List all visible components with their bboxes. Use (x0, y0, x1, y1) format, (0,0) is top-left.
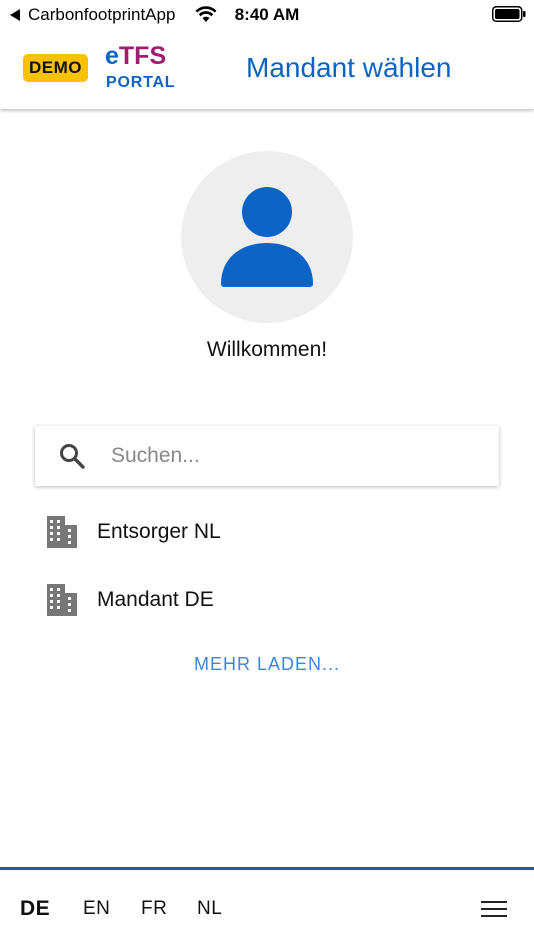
list-item-mandant-de[interactable]: Mandant DE (46, 580, 486, 620)
list-item-entsorger-nl[interactable]: Entsorger NL (46, 512, 486, 552)
status-time: 8:40 AM (234, 5, 300, 24)
footer-divider (0, 867, 534, 870)
battery-icon (492, 6, 526, 22)
menu-icon[interactable] (481, 901, 507, 919)
page-title: Mandant wählen (246, 52, 452, 83)
avatar (181, 151, 353, 323)
language-de[interactable]: DE (20, 897, 50, 921)
app-header: DEMO eTFS PORTAL Mandant wählen (0, 30, 534, 109)
load-more-button[interactable]: MEHR LADEN... (0, 654, 534, 675)
user-icon (221, 187, 313, 287)
brand-logo-tfs: TFS (118, 42, 167, 70)
search-icon (60, 444, 85, 469)
brand-portal: PORTAL (106, 74, 176, 91)
brand-logo-e: e (105, 42, 119, 70)
brand-logo: eTFS (105, 42, 166, 70)
search-input[interactable] (111, 440, 471, 472)
menu-icon-bar (481, 915, 507, 917)
language-en[interactable]: EN (83, 898, 110, 920)
building-icon (47, 584, 77, 616)
language-fr[interactable]: FR (141, 898, 167, 920)
status-bar: CarbonfootprintApp 8:40 AM (0, 0, 534, 30)
list-item-label: Mandant DE (97, 588, 214, 611)
welcome-text: Willkommen! (206, 338, 328, 361)
demo-badge: DEMO (23, 54, 88, 82)
menu-icon-bar (481, 901, 507, 903)
building-icon (47, 516, 77, 548)
language-nl[interactable]: NL (197, 898, 222, 920)
list-item-label: Entsorger NL (97, 520, 221, 543)
search-box (35, 426, 499, 486)
menu-icon-bar (481, 908, 507, 910)
